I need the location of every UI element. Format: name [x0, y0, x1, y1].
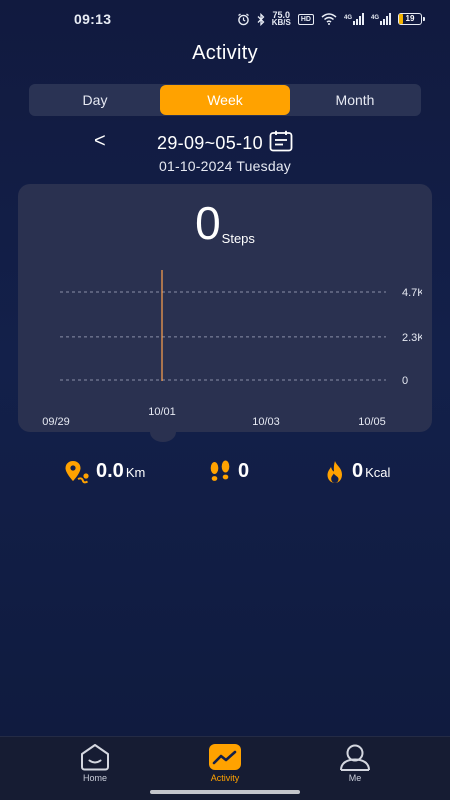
home-icon	[81, 744, 109, 771]
status-icons: 75.0 KB/S HD 4G 4G 19	[237, 11, 425, 27]
nav-item-me[interactable]: Me	[315, 743, 395, 783]
alarm-icon	[237, 12, 249, 25]
steps-chart[interactable]: 4.7K 2.3K 0 09/29 10/01 10/03 10/05	[30, 262, 422, 432]
location-pin-icon	[65, 461, 89, 484]
tab-month[interactable]: Month	[290, 85, 420, 115]
bottom-navigation: Home Activity Me	[0, 736, 450, 800]
status-bar: 09:13 75.0 KB/S HD 4G 4G 19	[0, 0, 450, 38]
calories-value: 0	[352, 460, 364, 482]
activity-stats: 0.0 Km 0 0 Kcal	[0, 460, 450, 496]
calendar-icon[interactable]	[269, 130, 293, 157]
x-tick-label: 10/05	[358, 416, 386, 428]
y-tick-label: 0	[402, 375, 408, 387]
distance-unit: Km	[125, 465, 146, 480]
signal-icon-sim1: 4G	[344, 13, 364, 25]
distance-value: 0.0	[96, 460, 124, 482]
x-tick-label: 09/29	[42, 416, 70, 428]
steps-value: 0	[238, 460, 250, 482]
y-tick-label: 2.3K	[402, 332, 422, 344]
x-tick-label: 10/03	[252, 416, 280, 428]
steps-total: 0Steps	[0, 200, 450, 246]
nav-label-me: Me	[348, 773, 362, 783]
distance-stat: 0.0 Km	[64, 460, 145, 484]
steps-total-value: 0	[195, 197, 221, 249]
bluetooth-icon	[257, 12, 265, 26]
network-speed-unit: KB/S	[271, 18, 291, 27]
wifi-icon	[321, 13, 337, 25]
network-speed: 75.0 KB/S	[272, 11, 291, 27]
user-icon	[340, 744, 370, 771]
nav-item-home[interactable]: Home	[55, 743, 135, 783]
steps-stat: 0	[208, 460, 249, 484]
date-range-label: 29-09~05-10	[157, 133, 263, 153]
selected-date: 01-10-2024 Tuesday	[158, 158, 292, 174]
tab-day[interactable]: Day	[30, 85, 160, 115]
calories-unit: Kcal	[365, 465, 391, 480]
flame-icon	[327, 461, 342, 483]
calories-stat: 0 Kcal	[324, 460, 390, 484]
tab-week[interactable]: Week	[160, 85, 290, 115]
nav-label-activity: Activity	[210, 773, 240, 783]
nav-item-activity[interactable]: Activity	[185, 743, 265, 783]
status-time: 09:13	[74, 11, 112, 27]
steps-total-unit: Steps	[221, 231, 255, 246]
footprints-icon	[210, 460, 230, 481]
activity-chart-icon	[209, 744, 241, 770]
signal-1-label: 4G	[344, 15, 352, 21]
signal-icon-sim2: 4G	[371, 13, 391, 25]
nav-label-home: Home	[82, 773, 107, 783]
home-indicator[interactable]	[150, 790, 300, 794]
x-tick-label: 10/01	[148, 406, 176, 418]
y-tick-label: 4.7K	[402, 287, 422, 299]
battery-indicator: 19	[398, 13, 425, 25]
date-navigation: < 29-09~05-10	[0, 128, 450, 156]
signal-2-label: 4G	[371, 15, 379, 21]
period-tabs: Day Week Month	[29, 84, 421, 116]
hd-voice-badge: HD	[297, 13, 314, 25]
page-title: Activity	[192, 42, 258, 64]
battery-level-text: 19	[405, 14, 415, 23]
